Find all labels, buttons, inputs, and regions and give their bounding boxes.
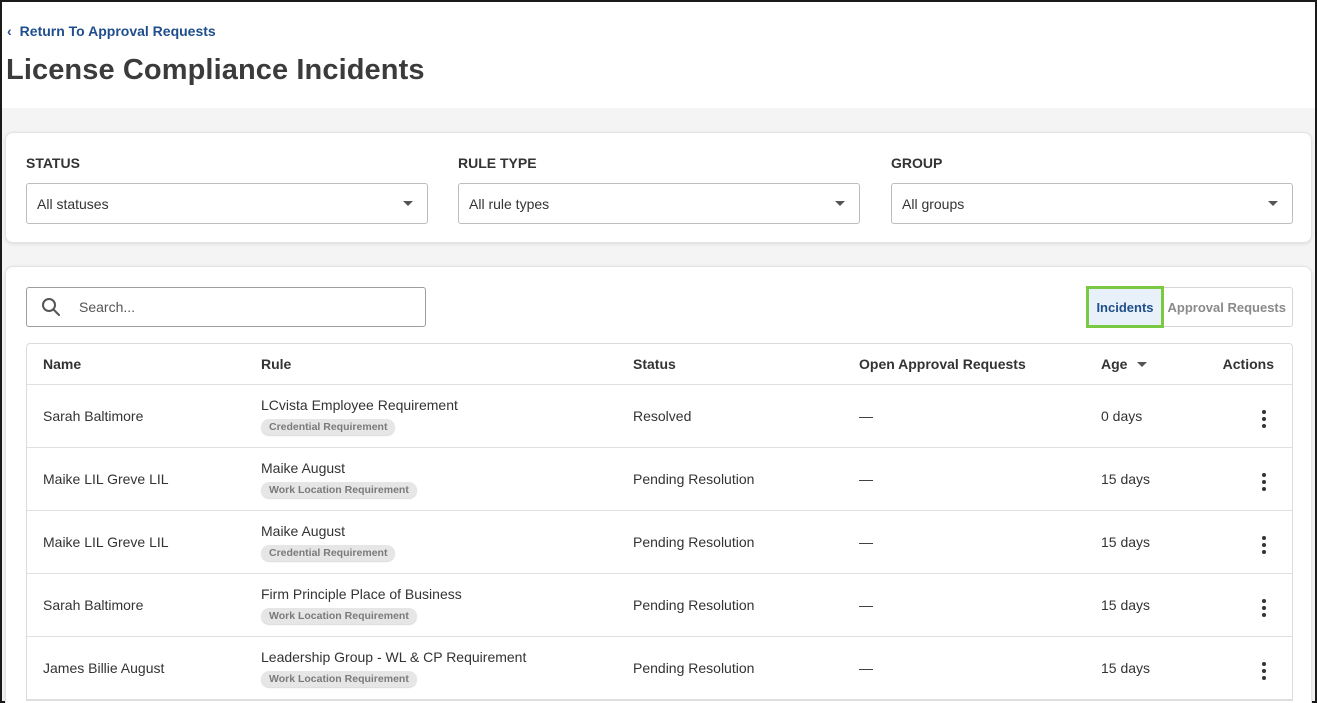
table-row[interactable]: Maike LIL Greve LIL Maike August Work Lo… <box>27 448 1292 511</box>
page-header: ‹ Return To Approval Requests License Co… <box>2 2 1315 108</box>
caret-down-icon <box>403 201 413 206</box>
rule-name: LCvista Employee Requirement <box>261 397 458 413</box>
age-header-label: Age <box>1101 356 1128 372</box>
rule-name: Maike August <box>261 523 346 539</box>
more-vertical-icon[interactable] <box>1254 469 1274 495</box>
row-age: 15 days <box>1101 660 1151 676</box>
search-icon <box>42 298 60 316</box>
column-header-age[interactable]: Age <box>1096 356 1202 372</box>
rule-type-badge: Work Location Requirement <box>261 608 417 624</box>
row-actions <box>1202 464 1292 495</box>
rule-name: Firm Principle Place of Business <box>261 586 462 602</box>
rule-type-badge: Credential Requirement <box>261 419 396 435</box>
group-select-value: All groups <box>902 195 965 212</box>
row-age: 15 days <box>1101 471 1151 487</box>
page-title: License Compliance Incidents <box>6 54 425 86</box>
group-select[interactable]: All groups <box>891 183 1293 224</box>
row-actions <box>1202 527 1292 558</box>
chevron-left-icon: ‹ <box>7 23 12 39</box>
table-header-row: Name Rule Status Open Approval Requests … <box>27 344 1292 385</box>
more-vertical-icon[interactable] <box>1254 406 1274 432</box>
row-age: 0 days <box>1101 408 1143 424</box>
caret-down-icon <box>835 201 845 206</box>
table-row[interactable]: Maike LIL Greve LIL Maike August Credent… <box>27 511 1292 574</box>
row-status: Pending Resolution <box>633 471 755 487</box>
row-status: Pending Resolution <box>633 660 755 676</box>
status-select[interactable]: All statuses <box>26 183 428 224</box>
row-status: Pending Resolution <box>633 597 755 613</box>
incidents-table: Name Rule Status Open Approval Requests … <box>26 343 1293 701</box>
back-link-label: Return To Approval Requests <box>19 23 216 39</box>
row-name: Maike LIL Greve LIL <box>43 534 169 550</box>
approval-requests-tab[interactable]: Approval Requests <box>1162 288 1292 326</box>
row-name: Maike LIL Greve LIL <box>43 471 169 487</box>
rule-type-filter: RULE TYPE All rule types <box>458 155 860 224</box>
row-rule: Leadership Group - WL & CP Requirement W… <box>244 649 630 687</box>
status-select-value: All statuses <box>37 195 109 212</box>
search-box <box>26 287 426 327</box>
more-vertical-icon[interactable] <box>1254 658 1274 684</box>
rule-name: Maike August <box>261 460 346 476</box>
table-row[interactable]: James Billie August Leadership Group - W… <box>27 637 1292 700</box>
table-row[interactable]: Sarah Baltimore LCvista Employee Require… <box>27 385 1292 448</box>
row-open-requests: — <box>859 660 873 676</box>
table-row[interactable]: Sarah Baltimore Firm Principle Place of … <box>27 574 1292 637</box>
row-rule: Firm Principle Place of Business Work Lo… <box>244 586 630 624</box>
row-age: 15 days <box>1101 597 1151 613</box>
main-content: STATUS All statuses RULE TYPE All rule t… <box>2 108 1315 703</box>
status-filter-label: STATUS <box>26 155 80 171</box>
rule-type-badge: Credential Requirement <box>261 545 396 561</box>
row-age: 15 days <box>1101 534 1151 550</box>
row-rule: LCvista Employee Requirement Credential … <box>244 397 630 435</box>
rule-type-select[interactable]: All rule types <box>458 183 860 224</box>
rule-type-filter-label: RULE TYPE <box>458 155 537 171</box>
column-header-status[interactable]: Status <box>630 356 853 372</box>
row-open-requests: — <box>859 534 873 550</box>
row-rule: Maike August Credential Requirement <box>244 523 630 561</box>
row-name: Sarah Baltimore <box>43 597 144 613</box>
incidents-panel: Incidents Approval Requests Name Rule St… <box>5 266 1312 703</box>
column-header-open-requests[interactable]: Open Approval Requests <box>853 356 1096 372</box>
rule-type-select-value: All rule types <box>469 195 550 212</box>
rule-type-badge: Work Location Requirement <box>261 482 417 498</box>
caret-down-icon <box>1268 201 1278 206</box>
status-filter: STATUS All statuses <box>26 155 428 224</box>
rule-name: Leadership Group - WL & CP Requirement <box>261 649 527 665</box>
more-vertical-icon[interactable] <box>1254 532 1274 558</box>
row-name: James Billie August <box>43 660 165 676</box>
group-filter-label: GROUP <box>891 155 943 171</box>
incidents-tab[interactable]: Incidents <box>1086 286 1164 328</box>
filter-panel: STATUS All statuses RULE TYPE All rule t… <box>5 132 1312 243</box>
more-vertical-icon[interactable] <box>1254 595 1274 621</box>
row-open-requests: — <box>859 408 873 424</box>
column-header-rule[interactable]: Rule <box>244 356 630 372</box>
row-status: Pending Resolution <box>633 534 755 550</box>
group-filter: GROUP All groups <box>891 155 1293 224</box>
sort-descending-icon <box>1137 361 1148 367</box>
search-input[interactable] <box>79 299 425 315</box>
row-open-requests: — <box>859 597 873 613</box>
column-header-actions: Actions <box>1222 356 1274 372</box>
row-name: Sarah Baltimore <box>43 408 144 424</box>
row-actions <box>1202 653 1292 684</box>
column-header-name[interactable]: Name <box>27 356 244 372</box>
rule-type-badge: Work Location Requirement <box>261 671 417 687</box>
row-actions <box>1202 590 1292 621</box>
return-to-approval-requests-link[interactable]: ‹ Return To Approval Requests <box>7 23 216 39</box>
view-toggle: Incidents Approval Requests <box>1086 286 1293 328</box>
row-open-requests: — <box>859 471 873 487</box>
row-actions <box>1202 401 1292 432</box>
row-status: Resolved <box>633 408 692 424</box>
row-rule: Maike August Work Location Requirement <box>244 460 630 498</box>
